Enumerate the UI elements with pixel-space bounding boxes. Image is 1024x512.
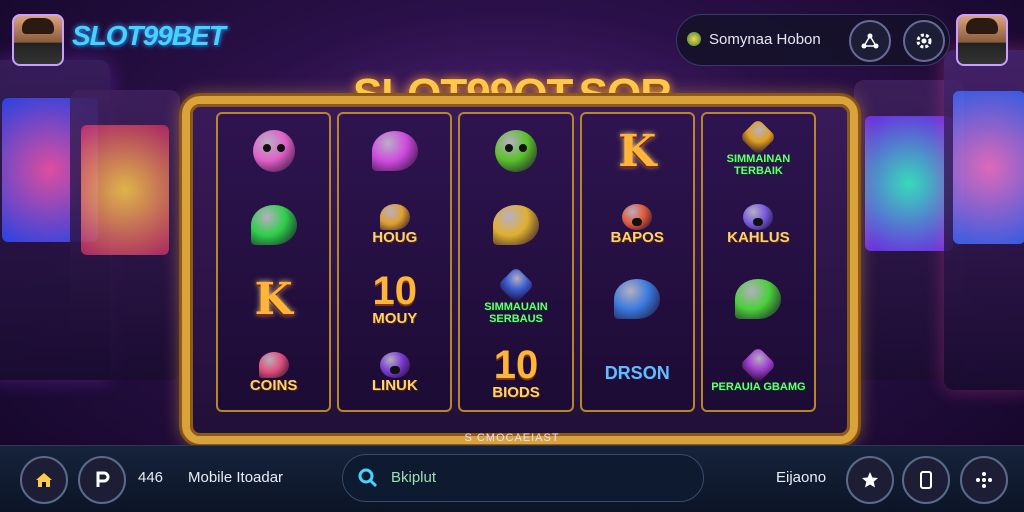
blob-symbol-icon xyxy=(735,279,782,319)
symbol-label: BIODS xyxy=(492,384,540,402)
symbol-label: KAHLUS xyxy=(727,229,790,247)
reel-symbol xyxy=(218,114,329,188)
reel-symbol: K xyxy=(582,114,693,188)
blob-symbol-icon xyxy=(371,131,418,171)
face-symbol-icon xyxy=(494,130,537,172)
symbol-label: DRSON xyxy=(604,362,670,383)
face-symbol-icon xyxy=(379,352,410,379)
reel-symbol: BAPOS xyxy=(582,188,693,262)
reel-symbol xyxy=(339,114,450,188)
symbol-label: SIMMAUAIN SERBAUS xyxy=(484,301,548,325)
home-button[interactable] xyxy=(20,456,68,504)
face-symbol-icon xyxy=(252,130,295,172)
home-icon xyxy=(36,473,52,487)
p-icon xyxy=(96,471,110,487)
reel-symbol xyxy=(460,114,571,188)
reel-symbol xyxy=(218,188,329,262)
symbol-label: PERAUIA GBAMG xyxy=(711,381,806,394)
reel-caption: S CMOCAEIAST xyxy=(464,432,560,444)
reel-symbol: 10 BIODS xyxy=(460,336,571,410)
symbol-label: MOUY xyxy=(372,310,418,328)
letter-symbol: K xyxy=(254,273,293,325)
network-icon xyxy=(976,472,992,488)
symbol-label: COINS xyxy=(249,377,298,395)
reel-symbol: PERAUIA GBAMG xyxy=(703,336,814,410)
blob-symbol-icon xyxy=(614,279,661,319)
share-button[interactable] xyxy=(849,20,891,62)
user-panel[interactable]: Somynaa Hobon xyxy=(676,14,950,66)
blob-symbol-icon xyxy=(379,204,410,231)
reel-symbol: KAHLUS xyxy=(703,188,814,262)
reel-symbol: 10 MOUY xyxy=(339,262,450,336)
reel-symbol: HOUG xyxy=(339,188,450,262)
reel-symbol: LINUK xyxy=(339,336,450,410)
arcade-machine-left-2 xyxy=(70,90,180,380)
symbol-label: SIMMAINAN TERBAIK xyxy=(726,153,791,177)
nodes-icon xyxy=(861,33,879,49)
blob-symbol-icon xyxy=(258,352,289,379)
search-icon xyxy=(358,468,378,488)
number-symbol: 10 xyxy=(493,343,539,388)
star-icon xyxy=(862,472,878,488)
player-count: 446 xyxy=(138,469,164,486)
tablet-icon xyxy=(920,471,932,489)
reel-4: K BAPOS DRSON xyxy=(579,112,695,412)
player-avatar[interactable] xyxy=(12,14,64,66)
gem-symbol-icon xyxy=(740,119,777,156)
reel-symbol: SIMMAINAN TERBAIK xyxy=(703,114,814,188)
bottom-bar: 446 Mobile Itoadar Bkiplut Eijaono xyxy=(0,445,1024,512)
reel-symbol xyxy=(582,262,693,336)
face-symbol-icon xyxy=(743,204,774,231)
letter-symbol: K xyxy=(618,125,657,177)
reel-3: SIMMAUAIN SERBAUS 10 BIODS xyxy=(458,112,574,412)
opponent-avatar[interactable] xyxy=(956,14,1008,66)
status-dot-icon xyxy=(687,32,701,46)
settings-button[interactable] xyxy=(903,20,945,62)
profile-button[interactable] xyxy=(78,456,126,504)
reel-2: HOUG 10 MOUY LINUK xyxy=(337,112,453,412)
device-button[interactable] xyxy=(902,456,950,504)
favorites-button[interactable] xyxy=(846,456,894,504)
slot-reels[interactable]: K COINS HOUG 10 MOUY LINUK SIMMAUAIN SERBAUS 10… xyxy=(216,112,816,412)
reel-symbol xyxy=(703,262,814,336)
mode-label: Mobile Itoadar xyxy=(188,469,284,486)
search-input[interactable]: Bkiplut xyxy=(391,469,436,486)
reel-1: K COINS xyxy=(216,112,332,412)
reel-5: SIMMAINAN TERBAIK KAHLUS PERAUIA GBAMG xyxy=(700,112,816,412)
symbol-label: LINUK xyxy=(371,377,418,395)
reel-symbol: K xyxy=(218,262,329,336)
face-symbol-icon xyxy=(622,204,653,231)
gem-symbol-icon xyxy=(740,346,777,384)
reel-symbol xyxy=(460,188,571,262)
blob-symbol-icon xyxy=(492,205,539,245)
reel-symbol: DRSON xyxy=(582,336,693,410)
symbol-label: HOUG xyxy=(372,229,418,247)
symbol-label: BAPOS xyxy=(610,229,664,247)
username: Somynaa Hobon xyxy=(709,31,821,48)
gem-symbol-icon xyxy=(497,267,535,304)
right-label: Eijaono xyxy=(776,469,827,486)
brand-logo: SLOT99BET xyxy=(72,20,226,51)
network-button[interactable] xyxy=(960,456,1008,504)
reel-symbol: SIMMAUAIN SERBAUS xyxy=(460,262,571,336)
number-symbol: 10 xyxy=(372,269,418,314)
blob-symbol-icon xyxy=(250,205,297,245)
gear-icon xyxy=(916,33,932,49)
search-bar[interactable]: Bkiplut xyxy=(342,454,704,502)
reel-symbol: COINS xyxy=(218,336,329,410)
